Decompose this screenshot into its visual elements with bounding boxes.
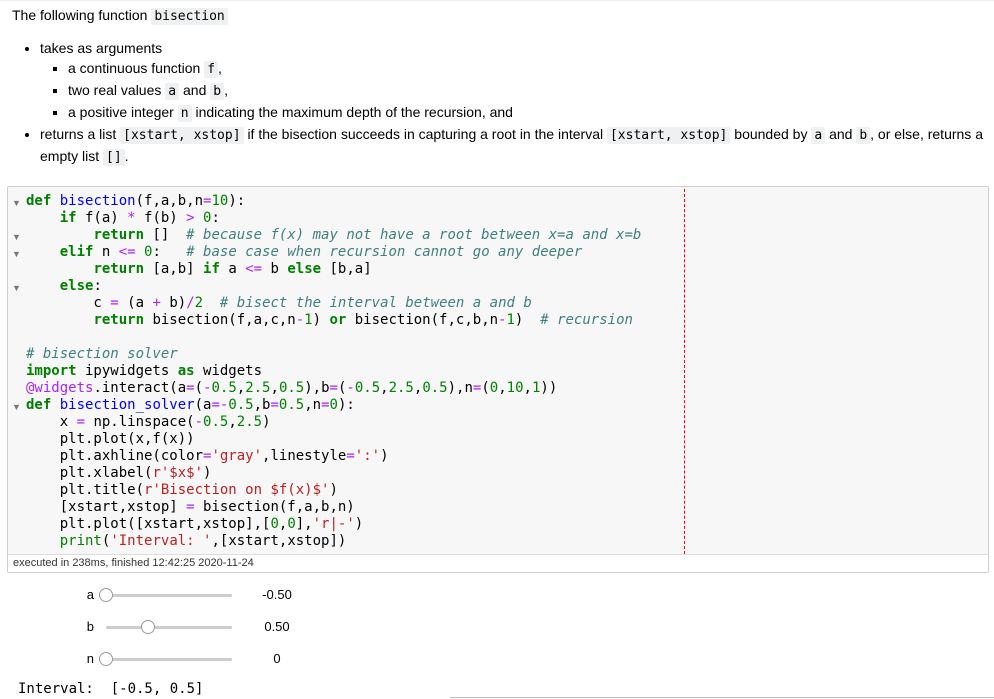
list-item-text: if the bisection succeeds in capturing a… [247, 126, 604, 142]
fold-toggle-icon[interactable]: ▼ [12, 232, 21, 242]
list-item-returns: returns a list [xstart, xstop] if the bi… [40, 124, 990, 168]
slider-n[interactable]: n 0 [0, 649, 320, 669]
inline-code: [] [103, 149, 125, 166]
sublist-text: and [183, 82, 207, 98]
slider-a[interactable]: a -0.50 [0, 585, 320, 605]
fold-toggle-icon[interactable]: ▼ [12, 198, 21, 208]
code-editor[interactable]: def bisection(f,a,b,n=10): if f(a) * f(b… [26, 193, 641, 550]
slider-value[interactable]: -0.50 [244, 585, 310, 605]
inline-code: b [856, 127, 871, 144]
slider-value[interactable]: 0 [244, 649, 310, 669]
list-item-text: . [124, 148, 129, 164]
slider-value[interactable]: 0.50 [244, 617, 310, 637]
sublist-text: two real values [68, 82, 162, 98]
output-value: [-0.5, 0.5] [110, 681, 204, 697]
sublist-text: indicating the maximum depth of the recu… [195, 104, 513, 120]
inline-code: [xstart, xstop] [606, 127, 731, 144]
inline-code: [xstart, xstop] [120, 127, 244, 144]
cell-divider [0, 0, 994, 1]
function-name-code: bisection [151, 8, 228, 25]
sublist-item: two real values a and b, [68, 80, 990, 102]
slider-track[interactable] [99, 588, 232, 602]
sublist-text: , [218, 60, 222, 76]
list-item-text: bounded by [734, 126, 808, 142]
slider-handle[interactable] [99, 588, 113, 602]
inline-code: a [165, 83, 180, 100]
sublist-item: a positive integer n indicating the maxi… [68, 102, 990, 124]
list-item-text: takes as arguments [40, 40, 163, 56]
markdown-cell: The following function bisection takes a… [0, 0, 994, 183]
cell-output: Interval: [-0.5, 0.5] [18, 681, 203, 698]
list-item-arguments: takes as arguments a continuous function… [40, 38, 990, 124]
fold-gutter: ▼ ▼ ▼ ▼ ▼ [8, 187, 26, 557]
inline-code: b [210, 83, 225, 100]
description-list: takes as arguments a continuous function… [20, 38, 990, 168]
list-item-text: and [829, 126, 853, 142]
fold-toggle-icon[interactable]: ▼ [12, 402, 21, 412]
slider-b[interactable]: b 0.50 [0, 617, 320, 637]
intro-paragraph: The following function bisection [12, 6, 228, 26]
inline-code: n [177, 105, 192, 122]
intro-text: The following function [12, 7, 148, 23]
slider-track[interactable] [99, 652, 232, 666]
slider-handle[interactable] [141, 620, 155, 634]
sublist-text: a positive integer [68, 104, 174, 120]
output-label: Interval: [18, 681, 94, 697]
sublist-item: a continuous function f, [68, 58, 990, 80]
inline-code: f [204, 61, 219, 78]
output-divider [450, 697, 994, 698]
line-length-ruler [684, 189, 685, 554]
slider-track[interactable] [106, 620, 232, 634]
inline-code: a [811, 127, 826, 144]
list-item-text: returns a list [40, 126, 117, 142]
execution-info: executed in 238ms, finished 12:42:25 202… [8, 554, 988, 572]
sublist-text: a continuous function [68, 60, 201, 76]
fold-toggle-icon[interactable]: ▼ [12, 283, 21, 293]
arguments-sublist: a continuous function f, two real values… [40, 58, 990, 124]
slider-label: a [86, 587, 94, 602]
sublist-text: , [224, 82, 228, 98]
slider-label: b [86, 619, 94, 634]
slider-handle[interactable] [99, 652, 113, 666]
code-cell[interactable]: ▼ ▼ ▼ ▼ ▼ def bisection(f,a,b,n=10): if … [7, 186, 989, 573]
slider-label: n [86, 651, 94, 666]
fold-toggle-icon[interactable]: ▼ [12, 249, 21, 259]
